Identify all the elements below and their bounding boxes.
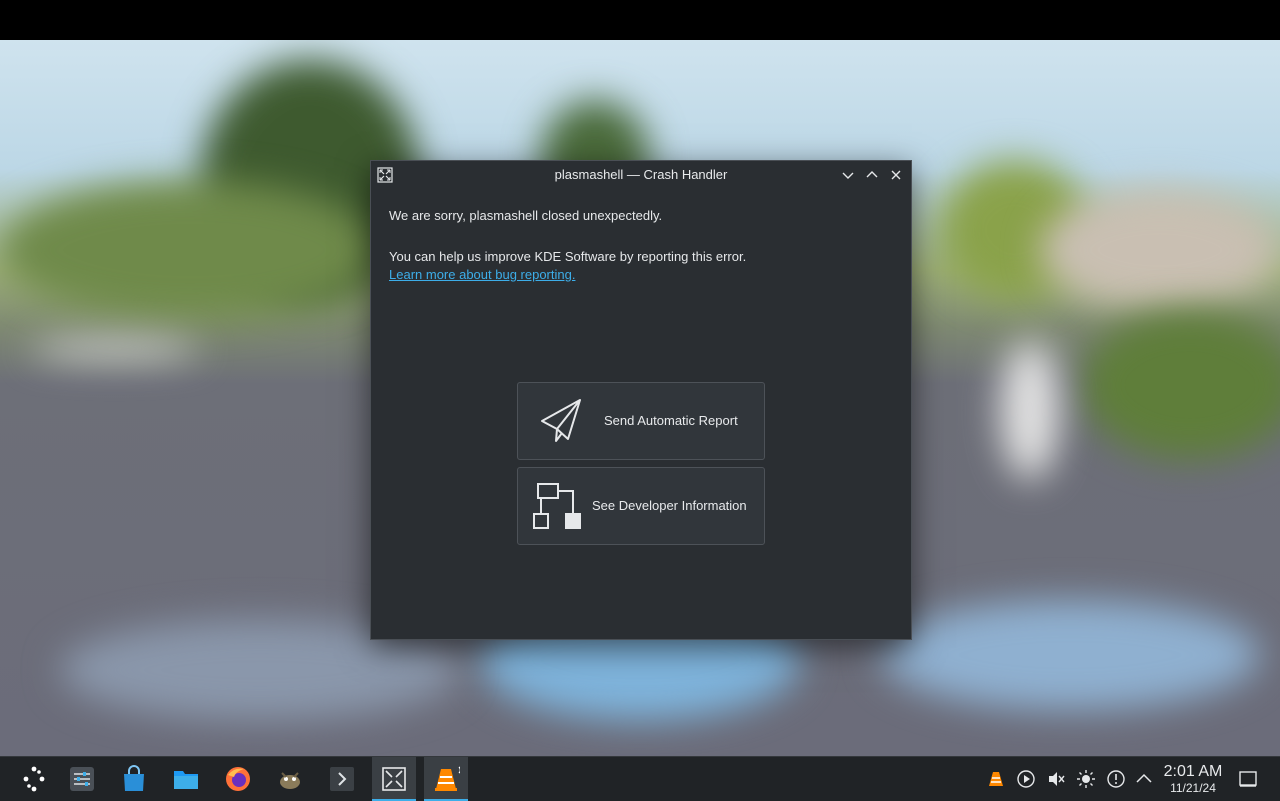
- crash-handler-icon: [382, 767, 406, 791]
- volume-muted-icon[interactable]: [1046, 769, 1066, 789]
- top-black-bar: [0, 0, 1280, 40]
- send-report-label: Send Automatic Report: [604, 413, 738, 428]
- learn-more-link[interactable]: Learn more about bug reporting.: [389, 267, 575, 282]
- taskbar: 2:01 AM 11/21/24: [0, 756, 1280, 801]
- close-icon[interactable]: [887, 166, 905, 184]
- maximize-icon[interactable]: [863, 166, 881, 184]
- clock-time[interactable]: 2:01 AM: [1158, 763, 1228, 781]
- title-bar[interactable]: plasmashell — Crash Handler: [371, 161, 911, 189]
- crash-handler-dialog: plasmashell — Crash Handler We are sorry…: [370, 160, 912, 640]
- crash-message: We are sorry, plasmashell closed unexpec…: [389, 208, 663, 223]
- window-title: plasmashell — Crash Handler: [554, 167, 728, 182]
- media-player-icon[interactable]: [1016, 769, 1036, 789]
- see-developer-information-button[interactable]: See Developer Information: [517, 467, 765, 545]
- developer-info-label: See Developer Information: [592, 498, 747, 513]
- expand-tray-icon[interactable]: [1134, 769, 1154, 789]
- settings-sliders-icon: [70, 767, 94, 791]
- firefox-icon: [226, 767, 250, 791]
- flowchart-icon: [532, 480, 584, 532]
- system-settings[interactable]: [60, 757, 104, 801]
- help-message: You can help us improve KDE Software by …: [389, 249, 747, 264]
- paper-plane-icon: [532, 395, 584, 447]
- network-icon[interactable]: [1106, 769, 1126, 789]
- send-automatic-report-button[interactable]: Send Automatic Report: [517, 382, 765, 460]
- show-desktop-icon[interactable]: [1238, 769, 1258, 789]
- terminal-icon: [330, 767, 354, 791]
- folder-icon: [174, 771, 198, 789]
- firefox[interactable]: [216, 757, 260, 801]
- application-launcher[interactable]: [12, 757, 56, 801]
- minimize-icon[interactable]: [839, 166, 857, 184]
- gimp[interactable]: [268, 757, 312, 801]
- gimp-icon: [280, 772, 300, 789]
- discover[interactable]: [112, 757, 156, 801]
- brightness-icon[interactable]: [1076, 769, 1096, 789]
- vlc-tray-icon[interactable]: [986, 769, 1006, 789]
- vlc-cone-icon: [435, 766, 460, 791]
- dolphin[interactable]: [164, 757, 208, 801]
- crash-handler-task[interactable]: [372, 757, 416, 801]
- kde-launcher-icon: [23, 766, 45, 792]
- vlc-task[interactable]: [424, 757, 468, 801]
- clock-date[interactable]: 11/21/24: [1158, 781, 1228, 795]
- store-bag-icon: [124, 765, 144, 791]
- konsole[interactable]: [320, 757, 364, 801]
